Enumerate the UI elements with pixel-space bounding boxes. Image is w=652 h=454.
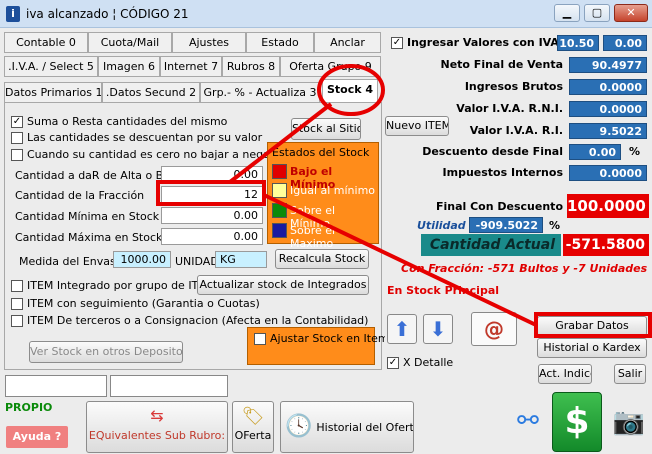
annotation-line-1	[228, 102, 333, 184]
annotation-rect-grabar	[534, 312, 652, 338]
annotation-overlay	[156, 64, 652, 338]
annotation-rect-fraccion	[156, 180, 266, 206]
annotation-line-2	[263, 193, 537, 327]
